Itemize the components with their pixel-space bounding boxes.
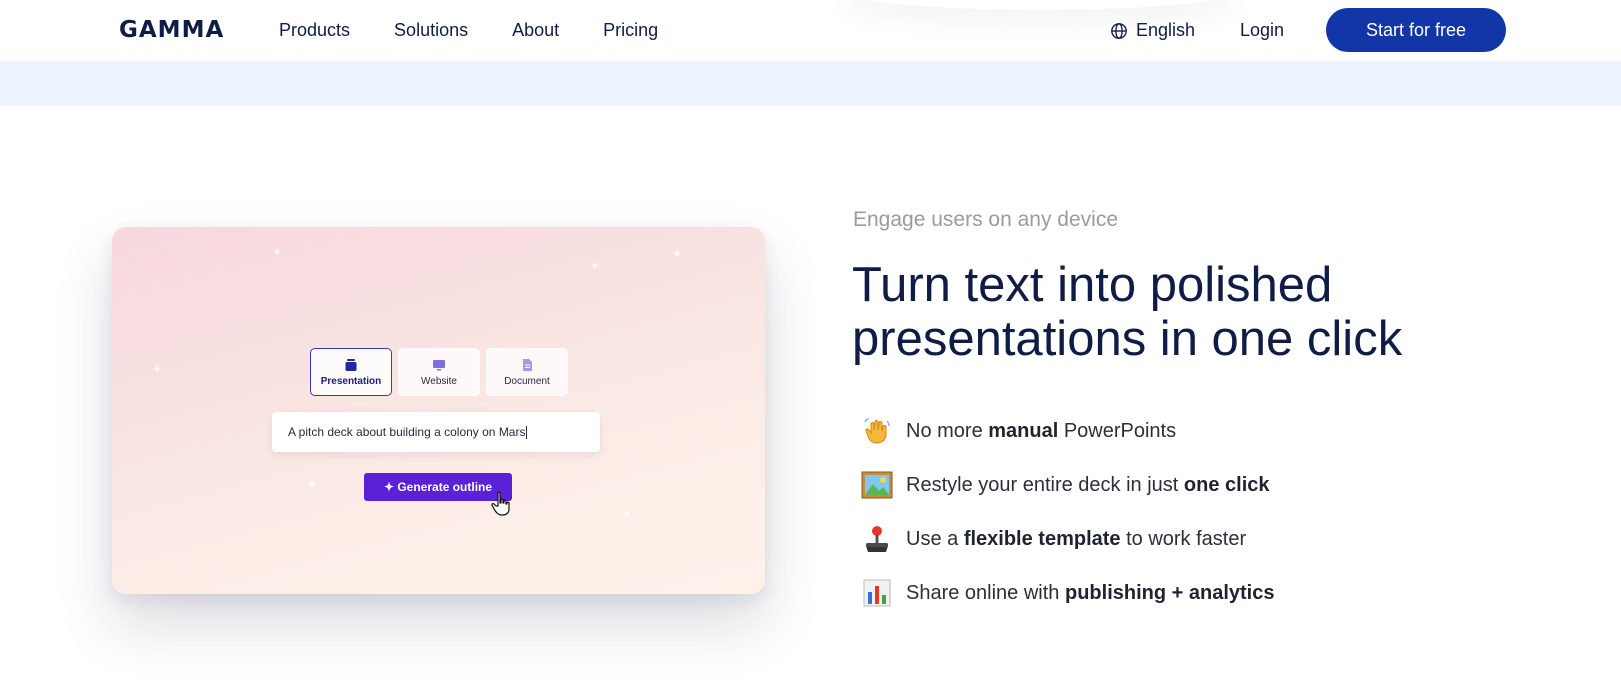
feature-text-post: to work faster — [1120, 527, 1247, 550]
framed-picture-icon — [860, 468, 894, 502]
feature-text-post: PowerPoints — [1058, 419, 1177, 442]
mode-label: Presentation — [320, 375, 382, 387]
mode-presentation[interactable]: Presentation — [310, 348, 392, 396]
feature-text: Restyle your entire deck in just one cli… — [906, 474, 1270, 497]
text-caret — [526, 425, 528, 439]
feature-text-bold: manual — [988, 419, 1059, 442]
mode-website[interactable]: Website — [398, 348, 480, 396]
feature-text-bold: one click — [1183, 473, 1270, 496]
document-icon — [523, 358, 532, 371]
section-eyebrow: Engage users on any device — [853, 208, 1119, 231]
stack-icon — [345, 358, 357, 371]
feature-list: No more manual PowerPoints Restyle your … — [860, 404, 1274, 620]
globe-icon — [1111, 22, 1127, 39]
format-selector: Presentation Website Document — [310, 348, 568, 396]
sparkle-icon: ✦ — [672, 247, 683, 261]
language-selector[interactable]: English — [1110, 0, 1195, 61]
feature-text-bold: publishing + analytics — [1064, 581, 1275, 604]
sparkle-icon: ✦ — [272, 245, 283, 259]
sparkle-icon: ✦ — [590, 259, 601, 273]
feature-text: No more manual PowerPoints — [906, 420, 1176, 443]
nav-about[interactable]: About — [512, 20, 559, 41]
monitor-icon — [433, 359, 445, 370]
mode-label: Website — [421, 375, 457, 387]
feature-item: Use a flexible template to work faster — [860, 512, 1274, 566]
sparkle-icon: ✦ — [622, 507, 633, 521]
hand-cursor-icon — [491, 491, 510, 516]
mode-label: Document — [504, 375, 550, 387]
announcement-band — [0, 61, 1621, 106]
feature-item: Restyle your entire deck in just one cli… — [860, 458, 1274, 512]
site-header: GAMMA Products Solutions About Pricing E… — [0, 0, 1621, 61]
joystick-icon — [860, 522, 894, 556]
headline-line-1: Turn text into polished — [852, 258, 1333, 312]
product-preview-card: ✦ ✦ ✦ ✦ ✦ ✦ Presentation Website Documen… — [112, 227, 765, 594]
nav-products[interactable]: Products — [279, 20, 350, 41]
waving-hand-icon — [860, 414, 894, 448]
feature-item: Share online with publishing + analytics — [860, 566, 1274, 620]
language-label: English — [1136, 20, 1196, 40]
bar-chart-icon — [860, 576, 894, 610]
feature-text-bold: flexible template — [963, 527, 1121, 550]
sparkle-icon: ✦ — [307, 477, 318, 491]
prompt-text: A pitch deck about building a colony on … — [288, 425, 526, 439]
feature-text-pre: Restyle your entire deck in just — [906, 473, 1184, 496]
feature-text-pre: Share online with — [906, 581, 1065, 604]
nav-pricing[interactable]: Pricing — [603, 20, 658, 41]
nav-solutions[interactable]: Solutions — [394, 20, 468, 41]
sparkle-icon: ✦ — [152, 362, 163, 376]
start-for-free-button[interactable]: Start for free — [1326, 8, 1506, 52]
prompt-input[interactable]: A pitch deck about building a colony on … — [272, 412, 600, 452]
feature-text-pre: No more — [906, 419, 989, 442]
feature-text-pre: Use a — [906, 527, 964, 550]
gamma-logo[interactable]: GAMMA — [119, 17, 224, 43]
main-nav: Products Solutions About Pricing — [279, 0, 658, 61]
mode-document[interactable]: Document — [486, 348, 568, 396]
feature-text: Share online with publishing + analytics — [906, 582, 1274, 605]
headline-line-2: presentations in one click — [852, 312, 1403, 366]
section-headline: Turn text into polished presentations in… — [852, 258, 1492, 366]
login-link[interactable]: Login — [1240, 0, 1284, 61]
feature-text: Use a flexible template to work faster — [906, 528, 1246, 551]
feature-item: No more manual PowerPoints — [860, 404, 1274, 458]
